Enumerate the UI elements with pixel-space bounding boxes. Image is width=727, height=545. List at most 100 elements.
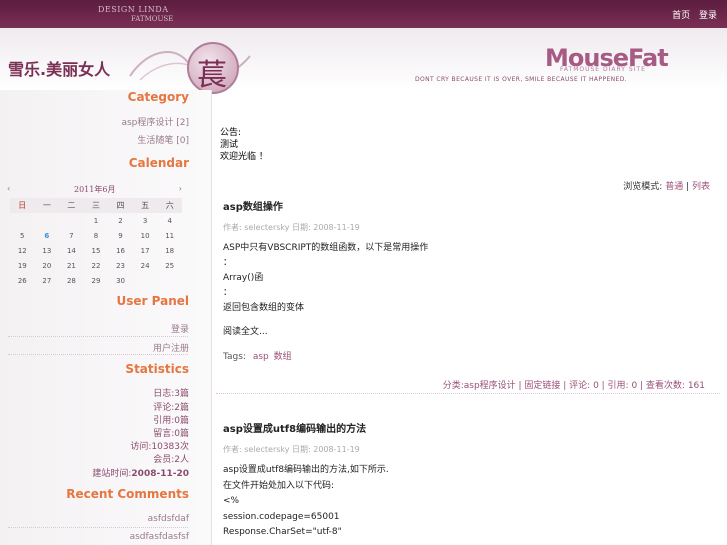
calendar-day[interactable]: 19 xyxy=(10,258,35,273)
calendar: ‹ 2011年6月 › 日 一 二 三 四 五 六 1 2 3 4 5 6 7 8 9 10 11 1… xyxy=(7,184,182,288)
post-author-label: 作者: xyxy=(223,223,242,232)
post-body: asp设置成utf8编码输出的方法,如下所示. 在文件开始处加入以下代码: <%… xyxy=(223,463,717,541)
calendar-prev-icon[interactable]: ‹ xyxy=(7,184,10,193)
view-mode-normal[interactable]: 普通 xyxy=(665,182,683,192)
calendar-day[interactable]: 18 xyxy=(157,243,182,258)
calendar-month: 2011年6月 xyxy=(74,185,116,194)
calendar-day[interactable]: 8 xyxy=(84,228,109,243)
post-title[interactable]: asp数组操作 xyxy=(223,198,717,213)
weekday-header: 二 xyxy=(59,198,84,213)
stat-item: 日志:3篇 xyxy=(153,389,189,399)
post-footer[interactable]: 分类:asp程序设计 | 固定链接 | 评论: 0 | 引用: 0 | 查看次数… xyxy=(443,378,705,391)
post-author: selectersky xyxy=(244,445,290,454)
stat-item: 访问:10383次 xyxy=(130,442,189,452)
stat-item: 评论:2篇 xyxy=(153,403,189,413)
divider xyxy=(8,336,188,337)
calendar-day[interactable]: 9 xyxy=(108,228,133,243)
notice-line: 测试 xyxy=(220,140,239,150)
divider xyxy=(8,354,188,355)
calendar-day xyxy=(10,213,35,228)
calendar-day[interactable]: 14 xyxy=(59,243,84,258)
stat-item: 会员:2人 xyxy=(153,455,189,465)
tag-link[interactable]: 数组 xyxy=(274,352,292,362)
mouse-emblem-icon: 萇 xyxy=(187,42,239,94)
login-link[interactable]: 登录 xyxy=(171,322,189,335)
post-tags: Tags: asp 数组 xyxy=(223,349,717,362)
calendar-nav: ‹ 2011年6月 › xyxy=(7,184,182,198)
weekday-header: 一 xyxy=(34,198,60,213)
category-item[interactable]: 生活随笔 [0] xyxy=(137,133,189,146)
post-line: ： xyxy=(223,258,233,268)
calendar-day[interactable]: 4 xyxy=(157,213,182,228)
calendar-day[interactable]: 30 xyxy=(108,273,133,288)
header-banner: 萇 雪乐.美丽女人 MouseFat FATMOUSE DIARY SITE D… xyxy=(0,28,727,94)
stat-since: 建站时间:2008-11-20 xyxy=(92,466,189,479)
calendar-day[interactable]: 11 xyxy=(157,228,182,243)
calendar-day[interactable]: 7 xyxy=(59,228,84,243)
calendar-day[interactable]: 20 xyxy=(35,258,60,273)
calendar-next-icon[interactable]: › xyxy=(179,184,182,193)
emblem-char: 萇 xyxy=(197,58,227,93)
calendar-day[interactable]: 5 xyxy=(10,228,35,243)
post-body: ASP中只有VBSCRIPT的数组函数，以下是常用操作 ： Array()函 ：… xyxy=(223,241,717,340)
stat-item: 留言:0篇 xyxy=(153,429,189,439)
post-line: Response.CharSet="utf-8" xyxy=(223,527,342,537)
post-line: Array()函 xyxy=(223,273,264,283)
calendar-day[interactable]: 22 xyxy=(84,258,109,273)
post-date-label: 日期: xyxy=(292,223,311,232)
calendar-day[interactable]: 28 xyxy=(59,273,84,288)
calendar-day[interactable]: 12 xyxy=(10,243,35,258)
post-meta: 作者: selectersky 日期: 2008-11-19 xyxy=(223,222,717,233)
category-item[interactable]: asp程序设计 [2] xyxy=(121,115,189,128)
view-mode-label: 浏览模式: xyxy=(623,182,663,192)
site-title[interactable]: 雪乐.美丽女人 xyxy=(8,56,110,80)
calendar-day xyxy=(59,213,84,228)
calendar-day[interactable]: 25 xyxy=(157,258,182,273)
post-date-label: 日期: xyxy=(292,445,311,454)
calendar-day[interactable]: 13 xyxy=(35,243,60,258)
login-link[interactable]: 登录 xyxy=(699,11,717,21)
post-title[interactable]: asp设置成utf8编码输出的方法 xyxy=(223,420,717,435)
register-link[interactable]: 用户注册 xyxy=(153,341,189,354)
weekday-header: 四 xyxy=(108,198,133,213)
weekday-header: 五 xyxy=(132,198,158,213)
category-heading: Category xyxy=(127,90,189,104)
post-line: 在文件开始处加入以下代码: xyxy=(223,480,335,491)
view-mode-list[interactable]: 列表 xyxy=(692,182,710,192)
calendar-day[interactable]: 21 xyxy=(59,258,84,273)
calendar-day[interactable]: 2 xyxy=(108,213,133,228)
calendar-day[interactable]: 23 xyxy=(108,258,133,273)
calendar-day[interactable]: 10 xyxy=(133,228,158,243)
post-author: selectersky xyxy=(244,223,290,232)
calendar-day xyxy=(157,273,182,288)
weekday-header: 六 xyxy=(157,198,182,213)
main-content: 公告: 测试 欢迎光临 ！ 浏览模式: 普通 | 列表 asp数组操作 作者: … xyxy=(213,90,727,545)
calendar-day[interactable]: 17 xyxy=(133,243,158,258)
calendar-day[interactable]: 3 xyxy=(133,213,158,228)
calendar-heading: Calendar xyxy=(128,156,189,170)
notice-box: 公告: 测试 欢迎光临 ！ xyxy=(220,127,268,163)
read-more-link[interactable]: 阅读全文... xyxy=(223,325,717,340)
notice-label: 公告: xyxy=(220,128,242,138)
calendar-day[interactable]: 26 xyxy=(10,273,35,288)
post-divider xyxy=(216,393,720,394)
tag-link[interactable]: asp xyxy=(253,352,269,362)
calendar-day[interactable]: 6 xyxy=(35,228,60,243)
calendar-day[interactable]: 1 xyxy=(84,213,109,228)
recent-comment[interactable]: asdfasfdasfsf xyxy=(130,532,189,542)
calendar-day[interactable]: 16 xyxy=(108,243,133,258)
calendar-day[interactable]: 27 xyxy=(35,273,60,288)
tags-label: Tags: xyxy=(223,352,246,362)
view-mode: 浏览模式: 普通 | 列表 xyxy=(623,182,710,192)
design-credit-sub: FATMOUSE xyxy=(131,15,174,23)
post-date: 2008-11-19 xyxy=(313,445,360,454)
home-link[interactable]: 首页 xyxy=(672,11,690,21)
weekday-header: 三 xyxy=(83,198,109,213)
calendar-day[interactable]: 29 xyxy=(84,273,109,288)
post-meta: 作者: selectersky 日期: 2008-11-19 xyxy=(223,444,717,455)
calendar-grid: 日 一 二 三 四 五 六 1 2 3 4 5 6 7 8 9 10 11 12 13 14 15 16 17 1… xyxy=(10,198,182,288)
recent-comment[interactable]: asfdsfdaf xyxy=(148,514,189,524)
calendar-day[interactable]: 15 xyxy=(84,243,109,258)
calendar-day[interactable]: 24 xyxy=(133,258,158,273)
post: asp设置成utf8编码输出的方法 作者: selectersky 日期: 20… xyxy=(223,420,717,541)
